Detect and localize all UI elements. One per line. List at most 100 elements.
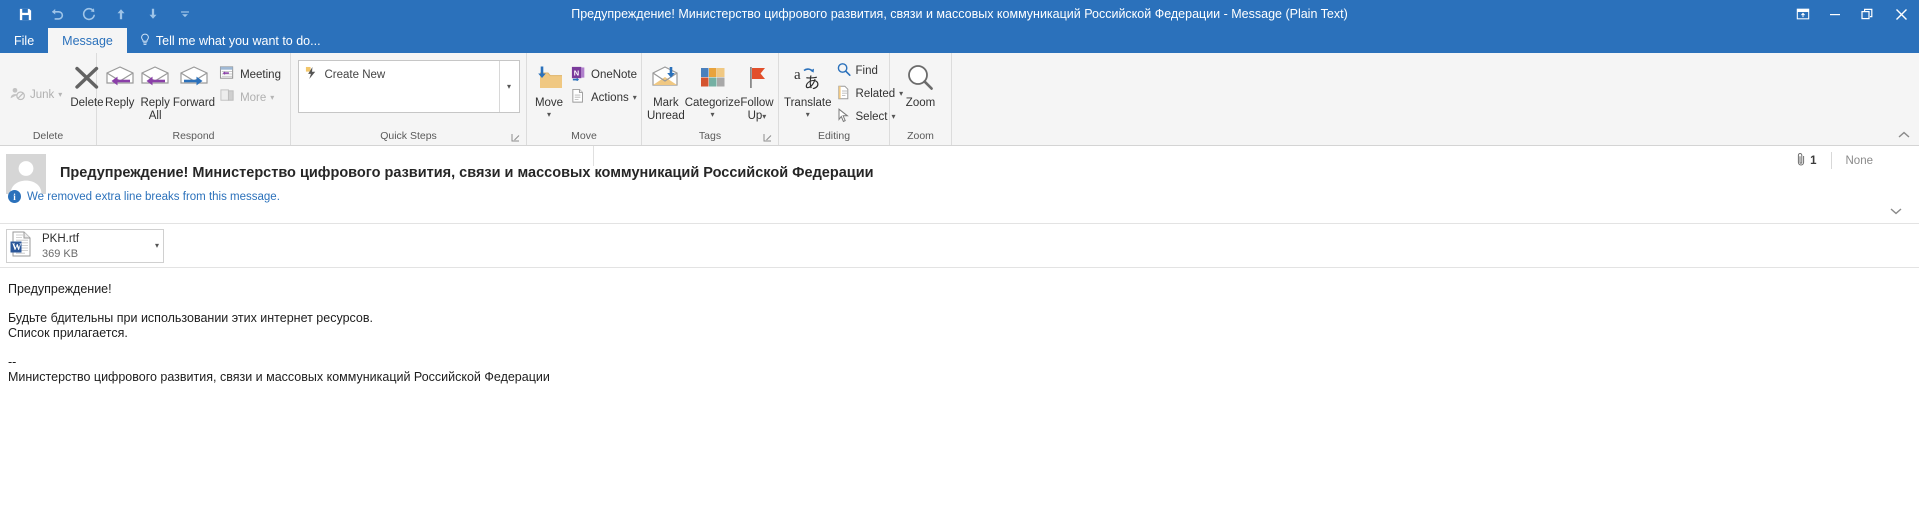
window-title: Предупреждение! Министерство цифрового р…: [571, 7, 1348, 21]
window-controls: [1787, 0, 1919, 28]
quick-access-toolbar: [0, 2, 200, 26]
ribbon-group-move: Move ▾ N OneNote Actions ▾ Move: [527, 53, 642, 145]
collapse-ribbon-button[interactable]: [1895, 127, 1913, 143]
svg-text:あ: あ: [804, 73, 820, 92]
chevron-down-icon[interactable]: ▾: [547, 110, 551, 119]
follow-up-label-line1: Follow: [740, 97, 774, 109]
reply-label: Reply: [105, 97, 135, 109]
ribbon-display-options-icon[interactable]: [1787, 0, 1819, 28]
avatar: [6, 154, 46, 194]
mark-unread-label-line1: Mark: [653, 97, 679, 109]
chevron-down-icon[interactable]: ▾: [270, 93, 274, 102]
message-subject: Предупреждение! Министерство цифрового р…: [60, 165, 874, 181]
body-line: Предупреждение!: [8, 282, 112, 296]
mark-unread-label-line2: Unread: [647, 109, 685, 122]
reply-button[interactable]: Reply: [102, 57, 137, 110]
tags-dialog-launcher[interactable]: [763, 131, 772, 142]
attachment-size: 369 KB: [42, 248, 79, 260]
info-notice: i We removed extra line breaks from this…: [8, 190, 280, 203]
attachment-dropdown-icon[interactable]: ▾: [155, 242, 159, 250]
forward-label: Forward: [172, 97, 216, 109]
meeting-label: Meeting: [240, 68, 281, 81]
ribbon-group-tags: Mark Unread Categorize ▾ Follow Up▾ Tags: [642, 53, 779, 145]
info-notice-text: We removed extra line breaks from this m…: [27, 190, 280, 203]
chevron-down-icon[interactable]: ▾: [633, 93, 637, 102]
ribbon-group-delete: Junk ▾ Delete Delete: [0, 53, 104, 145]
reply-all-label-line1: Reply: [140, 97, 170, 109]
move-button[interactable]: Move ▾: [532, 57, 566, 119]
ribbon: Junk ▾ Delete Delete Reply Reply All For…: [0, 53, 1919, 146]
group-label-editing: Editing: [817, 130, 851, 142]
undo-icon[interactable]: [42, 2, 72, 26]
message-header: Предупреждение! Министерство цифрового р…: [0, 146, 1919, 224]
chevron-down-icon[interactable]: ▾: [711, 110, 715, 119]
follow-up-button[interactable]: Follow Up▾: [740, 57, 774, 122]
next-item-icon[interactable]: [138, 2, 168, 26]
expand-header-button[interactable]: [1887, 203, 1905, 219]
reply-all-icon: [138, 61, 172, 95]
reply-all-button[interactable]: Reply All: [137, 57, 172, 122]
categorize-button[interactable]: Categorize ▾: [685, 57, 740, 119]
junk-button[interactable]: Junk ▾: [5, 83, 66, 106]
divider: [1830, 152, 1832, 169]
ribbon-group-respond: Reply Reply All Forward Meeting More ▾ R…: [97, 53, 291, 145]
translate-button[interactable]: a あ Translate ▾: [784, 57, 832, 119]
previous-item-icon[interactable]: [106, 2, 136, 26]
word-document-icon: W: [9, 230, 35, 263]
actions-icon: [570, 88, 587, 107]
find-label: Find: [855, 64, 878, 77]
quick-step-create-new[interactable]: Create New: [305, 66, 499, 83]
chevron-down-icon[interactable]: ▾: [762, 112, 766, 121]
tell-me-box[interactable]: Tell me what you want to do...: [127, 28, 333, 53]
chevron-down-icon[interactable]: ▾: [58, 90, 62, 99]
attachment-item[interactable]: W PKH.rtf 369 KB ▾: [6, 229, 164, 263]
more-label: More: [240, 91, 267, 104]
close-icon[interactable]: [1883, 0, 1919, 28]
ribbon-group-quick-steps: Create New ▾ Quick Steps: [291, 53, 527, 145]
onenote-button[interactable]: N OneNote: [566, 63, 641, 86]
group-label-respond: Respond: [172, 130, 215, 142]
search-icon: [836, 62, 852, 80]
zoom-button[interactable]: Zoom: [895, 57, 946, 110]
attachment-count: 1: [1797, 152, 1817, 169]
redo-icon[interactable]: [74, 2, 104, 26]
chevron-down-icon[interactable]: ▾: [806, 110, 810, 119]
save-icon[interactable]: [10, 2, 40, 26]
tab-file[interactable]: File: [0, 28, 48, 53]
body-line: Список прилагается.: [8, 326, 128, 340]
cursor-icon: [836, 107, 852, 126]
ribbon-tab-strip: File Message Tell me what you want to do…: [0, 28, 1919, 53]
ribbon-group-editing: a あ Translate ▾ Find Related ▾ Select ▾ …: [779, 53, 903, 145]
restore-icon[interactable]: [1851, 0, 1883, 28]
zoom-magnifier-icon: [904, 61, 938, 95]
body-line: Министерство цифрового развития, связи и…: [8, 370, 550, 384]
lightning-bolt-icon: [305, 66, 318, 83]
quick-steps-dropdown[interactable]: ▾: [498, 61, 519, 112]
sensitivity-value: None: [1845, 154, 1874, 167]
meeting-button[interactable]: Meeting: [215, 63, 285, 86]
minimize-icon[interactable]: [1819, 0, 1851, 28]
forward-button[interactable]: Forward: [173, 57, 215, 110]
flag-icon: [743, 61, 771, 95]
info-icon: i: [8, 190, 21, 203]
message-body: Предупреждение! Будьте бдительны при исп…: [0, 268, 1919, 385]
header-divider: [593, 146, 594, 166]
mark-unread-button[interactable]: Mark Unread: [647, 57, 685, 122]
lightbulb-icon: [139, 33, 151, 49]
title-bar: Предупреждение! Министерство цифрового р…: [0, 0, 1919, 28]
attachment-meta: PKH.rtf 369 KB: [35, 231, 155, 261]
attachment-strip: W PKH.rtf 369 KB ▾: [0, 224, 1919, 268]
actions-label: Actions: [591, 91, 629, 104]
customize-quick-access-toolbar-icon[interactable]: [170, 2, 200, 26]
quick-steps-gallery[interactable]: Create New ▾: [297, 60, 520, 113]
meeting-icon: [219, 65, 236, 84]
tab-message[interactable]: Message: [48, 28, 127, 53]
more-button[interactable]: More ▾: [215, 86, 285, 109]
mark-unread-icon: [649, 61, 683, 95]
group-label-delete: Delete: [32, 130, 64, 142]
actions-button[interactable]: Actions ▾: [566, 86, 641, 109]
quick-steps-dialog-launcher[interactable]: [511, 131, 520, 142]
reply-icon: [103, 61, 137, 95]
